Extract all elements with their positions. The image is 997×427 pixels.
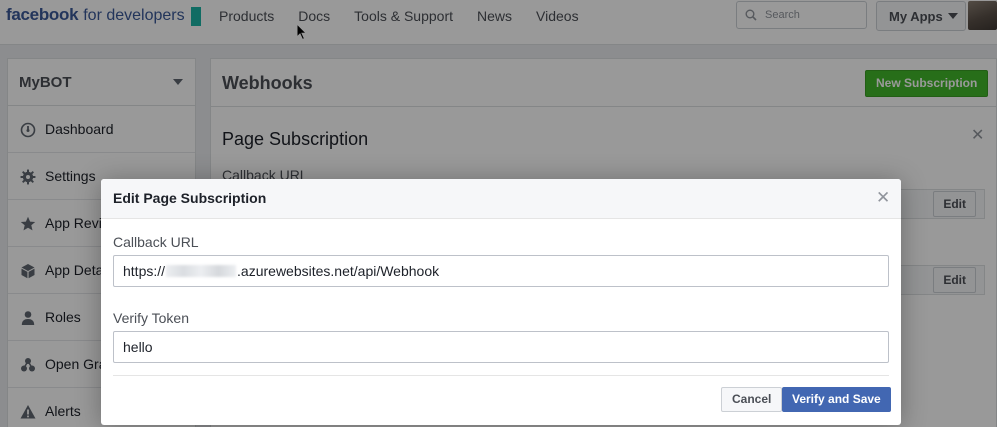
callback-url-field[interactable]: https:// .azurewebsites.net/api/Webhook — [113, 255, 889, 287]
callback-url-value: https:// .azurewebsites.net/api/Webhook — [123, 263, 439, 279]
dialog-divider — [113, 375, 889, 376]
dialog-header: Edit Page Subscription ✕ — [101, 179, 901, 219]
close-icon[interactable]: ✕ — [876, 188, 890, 208]
cancel-button[interactable]: Cancel — [721, 387, 783, 412]
verify-token-value: hello — [123, 339, 153, 355]
callback-url-prefix: https:// — [123, 263, 166, 279]
edit-page-subscription-dialog: Edit Page Subscription ✕ Callback URL ht… — [101, 179, 901, 425]
callback-url-label: Callback URL — [113, 234, 199, 250]
verify-token-field[interactable]: hello — [113, 331, 889, 363]
verify-and-save-button[interactable]: Verify and Save — [782, 387, 891, 412]
dialog-title: Edit Page Subscription — [113, 190, 267, 206]
verify-token-label: Verify Token — [113, 310, 190, 326]
callback-url-suffix: .azurewebsites.net/api/Webhook — [237, 263, 440, 279]
redacted-blur — [166, 265, 237, 277]
